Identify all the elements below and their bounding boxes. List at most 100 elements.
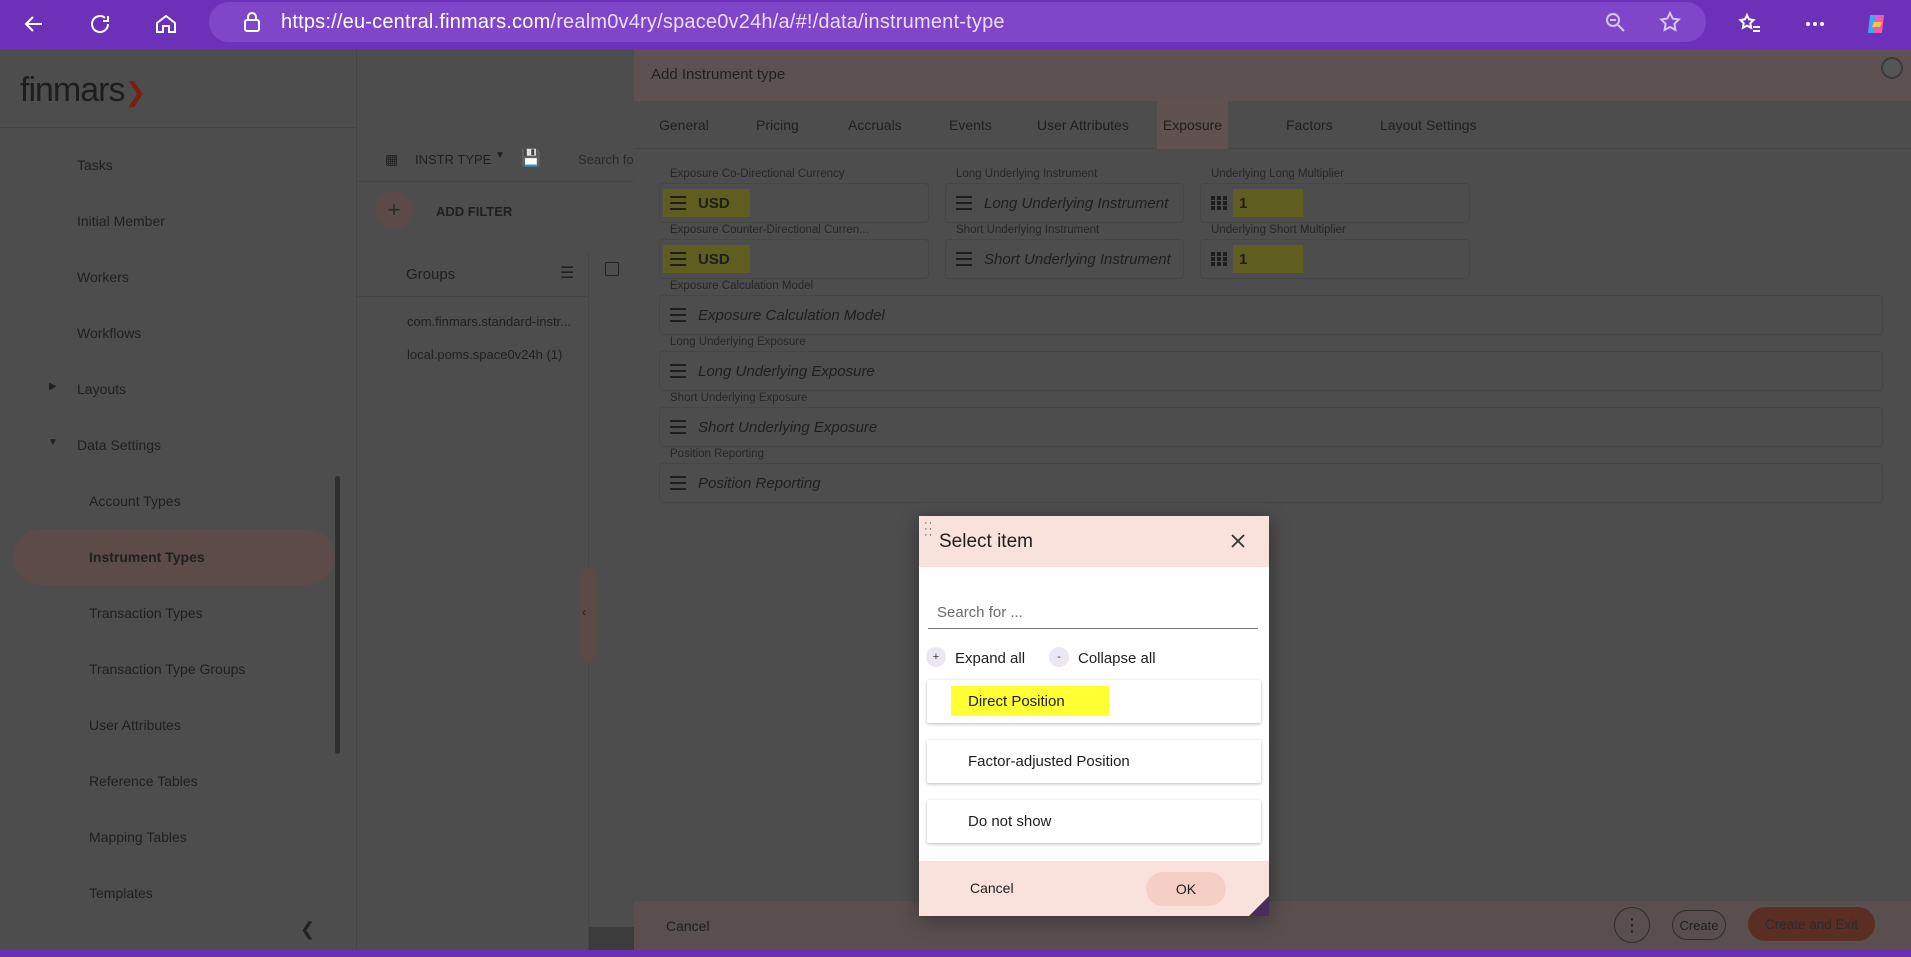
nav-item-account-types[interactable]: Account Types [89,493,181,509]
tab-factors[interactable]: Factors [1286,101,1333,149]
panel-resize-handle[interactable]: ‹ [579,567,597,663]
add-filter-plus-icon[interactable]: + [375,191,413,229]
list-item-factor-adjusted-position[interactable]: Factor-adjusted Position [927,740,1261,783]
list-icon [669,475,687,491]
nav-item-initial-member[interactable]: Initial Member [77,213,165,229]
home-icon[interactable] [148,6,184,42]
lock-icon[interactable] [234,4,270,40]
layout-grid-icon[interactable]: ▦ [385,151,398,168]
left-navigation: finmars❯ Tasks Initial Member Workers Wo… [0,49,356,950]
exposure-calculation-model-field[interactable]: Exposure Calculation Model Exposure Calc… [659,280,1883,335]
more-icon[interactable] [1797,6,1833,42]
tab-pricing[interactable]: Pricing [756,101,799,149]
group-item[interactable]: local.poms.space0v24h (1) [407,347,562,362]
exposure-counter-directional-currency-field[interactable]: Exposure Counter-Directional Curren... U… [659,224,929,279]
long-underlying-exposure-field[interactable]: Long Underlying Exposure Long Underlying… [659,336,1883,391]
number-grid-icon [1210,195,1228,211]
modal-title: Select item [939,531,1033,552]
groups-menu-icon[interactable]: ☰ [560,263,574,283]
save-layout-icon[interactable]: 💾 [521,148,541,168]
address-bar[interactable]: https://eu-central.finmars.com/realm0v4r… [209,2,1706,42]
logo-mark-icon: ❯ [124,77,146,107]
collapse-all-button[interactable]: Collapse all [1078,650,1156,667]
field-value: USD [698,195,730,212]
create-and-exit-button[interactable]: Create and Exit [1748,907,1875,941]
field-placeholder: Long Underlying Exposure [698,363,875,380]
nav-item-templates[interactable]: Templates [89,885,153,901]
nav-item-instrument-types[interactable]: Instrument Types [89,549,205,565]
tab-accruals[interactable]: Accruals [848,101,902,149]
list-icon [955,251,973,267]
field-placeholder: Short Underlying Exposure [698,419,878,436]
short-underlying-exposure-field[interactable]: Short Underlying Exposure Short Underlyi… [659,392,1883,447]
collapse-sidebar-icon[interactable]: ❮ [300,919,315,940]
short-underlying-instrument-field[interactable]: Short Underlying Instrument Short Underl… [945,224,1184,279]
collapse-data-settings-icon[interactable]: ▼ [48,437,58,448]
field-label: Exposure Co-Directional Currency [670,168,845,180]
layout-name[interactable]: INSTR TYPE [415,152,491,167]
field-label: Long Underlying Exposure [670,336,806,348]
favorite-star-icon[interactable] [1652,4,1688,40]
search-input[interactable] [928,596,1258,629]
nav-item-user-attributes[interactable]: User Attributes [89,717,181,733]
position-reporting-field[interactable]: Position Reporting Position Reporting [659,448,1883,503]
expand-all-icon[interactable]: + [926,647,946,667]
tab-layout-settings[interactable]: Layout Settings [1380,101,1477,149]
resize-corner-icon[interactable] [1249,896,1269,916]
nav-scrollbar[interactable] [335,476,340,754]
back-icon[interactable] [16,6,52,42]
drag-handle-icon[interactable]: ·· ·· ·· [924,518,933,541]
refresh-icon[interactable] [82,6,118,42]
url-text[interactable]: https://eu-central.finmars.com/realm0v4r… [281,11,1005,34]
zoom-icon[interactable] [1597,4,1633,40]
nav-item-tasks[interactable]: Tasks [77,157,113,173]
select-all-checkbox[interactable] [605,262,619,276]
copilot-icon[interactable] [1858,6,1894,42]
nav-item-workflows[interactable]: Workflows [77,325,141,341]
list-item-do-not-show[interactable]: Do not show [927,800,1261,843]
status-globe-icon[interactable] [1881,57,1903,79]
nav-item-layouts[interactable]: Layouts [77,381,126,397]
expand-all-button[interactable]: Expand all [955,650,1025,667]
field-label: Exposure Counter-Directional Curren... [670,224,869,236]
field-placeholder: Position Reporting [698,475,821,492]
modal-cancel-button[interactable]: Cancel [970,880,1014,896]
dialog-footer: Cancel ⋮ Create Create and Exit [634,901,1911,950]
close-icon[interactable] [1227,530,1249,552]
field-label: Underlying Long Multiplier [1211,168,1344,180]
collapse-all-icon[interactable]: - [1049,647,1069,667]
underlying-short-multiplier-field[interactable]: Underlying Short Multiplier 1 [1200,224,1470,279]
expand-collapse-row: + Expand all - Collapse all [919,647,1269,671]
tab-events[interactable]: Events [949,101,992,149]
group-item[interactable]: com.finmars.standard-instr... [407,314,571,329]
field-value: 1 [1239,251,1248,268]
tab-exposure[interactable]: Exposure [1157,101,1228,149]
list-search-input[interactable]: Search fo [578,152,634,167]
underlying-long-multiplier-field[interactable]: Underlying Long Multiplier 1 [1200,168,1470,223]
layout-dropdown-icon[interactable]: ▼ [495,150,505,161]
more-options-icon[interactable]: ⋮ [1614,907,1650,943]
nav-item-reference-tables[interactable]: Reference Tables [89,773,198,789]
tab-general[interactable]: General [659,101,709,149]
dialog-cancel-button[interactable]: Cancel [666,918,710,934]
modal-ok-button[interactable]: OK [1146,872,1226,906]
exposure-co-directional-currency-field[interactable]: Exposure Co-Directional Currency USD [659,168,929,223]
nav-item-transaction-types[interactable]: Transaction Types [89,605,203,621]
nav-item-transaction-type-groups[interactable]: Transaction Type Groups [89,661,245,677]
item-label: Direct Position [968,693,1065,710]
nav-item-data-settings[interactable]: Data Settings [77,437,161,453]
favorites-list-icon[interactable] [1732,6,1768,42]
create-button[interactable]: Create [1672,910,1726,940]
long-underlying-instrument-field[interactable]: Long Underlying Instrument Long Underlyi… [945,168,1184,223]
modal-header: ·· ·· ·· Select item [919,516,1269,567]
field-label: Underlying Short Multiplier [1211,224,1346,236]
field-placeholder: Long Underlying Instrument [984,195,1169,212]
nav-item-workers[interactable]: Workers [77,269,129,285]
finmars-logo: finmars❯ [20,71,146,109]
list-item-direct-position[interactable]: Direct Position [927,680,1261,723]
expand-layouts-icon[interactable]: ▶ [49,381,57,392]
nav-item-mapping-tables[interactable]: Mapping Tables [89,829,187,845]
add-filter-button[interactable]: ADD FILTER [436,204,512,219]
tab-user-attributes[interactable]: User Attributes [1037,101,1129,149]
chevron-left-icon: ‹ [582,605,586,619]
